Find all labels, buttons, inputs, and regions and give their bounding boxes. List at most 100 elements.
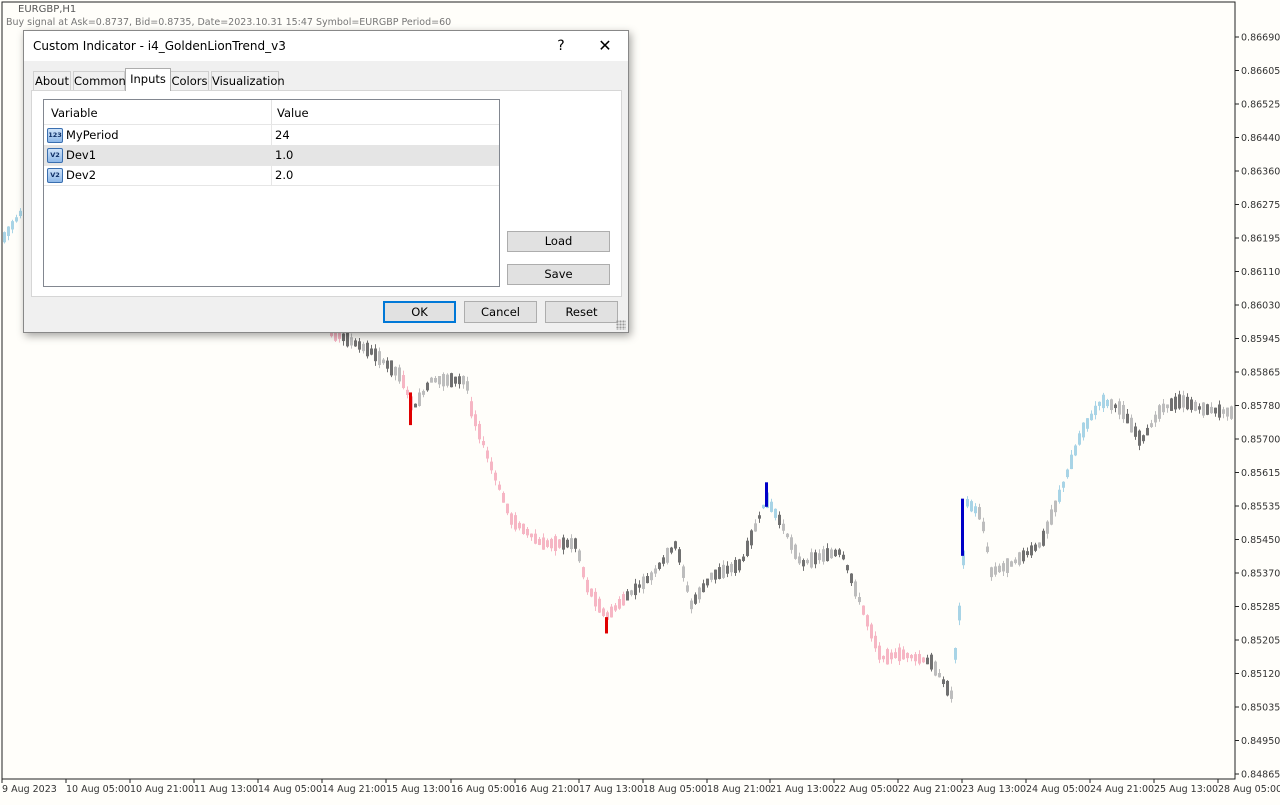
- candle-body: [1194, 401, 1197, 411]
- candle-body: [538, 538, 541, 545]
- candle-body: [990, 567, 993, 578]
- candle-body: [866, 615, 869, 627]
- candle-body: [506, 503, 509, 514]
- candle-body: [1086, 418, 1089, 429]
- candle-body: [1170, 398, 1173, 411]
- candle-body: [1150, 423, 1153, 428]
- column-header-variable[interactable]: Variable: [51, 100, 98, 124]
- candle-body: [482, 440, 485, 446]
- price-tick-label: 0.84865: [1241, 770, 1280, 781]
- tab-colors[interactable]: Colors: [170, 71, 209, 91]
- candle-body: [11, 221, 14, 230]
- input-value[interactable]: 2.0: [275, 165, 293, 185]
- price-tick-label: 0.84950: [1241, 736, 1280, 747]
- candle-body: [1090, 413, 1093, 421]
- custom-indicator-dialog[interactable]: Custom Indicator - i4_GoldenLionTrend_v3…: [23, 30, 629, 333]
- candle-body: [846, 565, 849, 571]
- candle-body: [362, 343, 365, 352]
- candle-body: [454, 376, 457, 384]
- candle-body: [1106, 400, 1109, 407]
- input-value[interactable]: 24: [275, 125, 290, 145]
- candle-body: [1126, 413, 1129, 424]
- candle-body: [1026, 551, 1029, 556]
- column-divider[interactable]: [271, 100, 272, 124]
- price-tick-label: 0.85035: [1241, 703, 1280, 714]
- load-button[interactable]: Load: [507, 231, 610, 252]
- input-value[interactable]: 1.0: [275, 145, 293, 165]
- candle-body: [758, 515, 761, 519]
- price-tick-label: 0.85535: [1241, 502, 1280, 513]
- candle-body: [402, 375, 405, 389]
- candle-body: [742, 556, 745, 561]
- candle-body: [1222, 409, 1225, 414]
- input-row-dev2[interactable]: V2 Dev2 2.0: [44, 165, 499, 186]
- candle-body: [1186, 396, 1189, 410]
- candle-body: [610, 606, 613, 618]
- price-tick-label: 0.86110: [1241, 267, 1280, 278]
- inputs-grid[interactable]: Variable Value 123 MyPeriod 24 V2 Dev1 1…: [43, 99, 500, 287]
- candle-body: [810, 552, 813, 568]
- candle-body: [622, 594, 625, 606]
- candle-body: [1070, 454, 1073, 470]
- candle-body: [778, 514, 781, 525]
- candle-body: [662, 557, 665, 564]
- time-tick-label: 18 Aug 21:00: [707, 784, 771, 795]
- candle-body: [986, 546, 989, 553]
- close-icon[interactable]: ✕: [589, 31, 621, 61]
- price-tick-label: 0.85285: [1241, 602, 1280, 613]
- candle-body: [1162, 403, 1165, 413]
- save-button[interactable]: Save: [507, 264, 610, 285]
- candle-body: [638, 584, 641, 588]
- candle-body: [998, 565, 1001, 573]
- candle-body: [1210, 406, 1213, 414]
- dialog-title: Custom Indicator - i4_GoldenLionTrend_v3: [33, 39, 286, 53]
- tab-about[interactable]: About: [33, 71, 71, 91]
- candle-body: [422, 390, 425, 395]
- tab-inputs[interactable]: Inputs: [125, 68, 171, 91]
- input-row-dev1[interactable]: V2 Dev1 1.0: [44, 145, 499, 166]
- cancel-button[interactable]: Cancel: [464, 301, 537, 323]
- column-header-value[interactable]: Value: [277, 100, 309, 124]
- time-tick-label: 14 Aug 21:00: [322, 784, 386, 795]
- candle-body: [970, 501, 973, 512]
- input-row-myperiod[interactable]: 123 MyPeriod 24: [44, 125, 499, 146]
- help-button[interactable]: ?: [550, 31, 572, 61]
- price-tick-label: 0.86605: [1241, 66, 1280, 77]
- candle-body: [790, 537, 793, 550]
- candle-body: [842, 554, 845, 560]
- candle-body: [938, 672, 941, 678]
- candle-body: [786, 533, 789, 538]
- tab-common[interactable]: Common: [73, 71, 126, 91]
- candle-body: [566, 539, 569, 548]
- double-type-icon: V2: [47, 148, 63, 163]
- sell-signal-bar: [409, 392, 412, 426]
- candle-body: [574, 538, 577, 549]
- tab-visualization[interactable]: Visualization: [211, 71, 285, 91]
- dialog-titlebar[interactable]: Custom Indicator - i4_GoldenLionTrend_v3…: [24, 31, 628, 61]
- candle-body: [510, 513, 513, 525]
- price-tick-label: 0.86195: [1241, 234, 1280, 245]
- candle-body: [418, 392, 421, 406]
- candle-body: [726, 565, 729, 574]
- candle-body: [978, 507, 981, 520]
- candle-body: [1022, 550, 1025, 562]
- candle-body: [994, 566, 997, 575]
- candle-body: [746, 540, 749, 556]
- candle-body: [1038, 542, 1041, 548]
- candle-body: [934, 661, 937, 676]
- candle-body: [1102, 394, 1105, 409]
- candle-body: [650, 572, 653, 581]
- integer-type-icon: 123: [47, 128, 63, 143]
- candle-body: [918, 653, 921, 664]
- reset-button[interactable]: Reset: [545, 301, 618, 323]
- signal-comment: Buy signal at Ask=0.8737, Bid=0.8735, Da…: [6, 17, 452, 28]
- resize-grip-icon[interactable]: [616, 320, 626, 330]
- candle-body: [378, 351, 381, 366]
- candle-body: [530, 533, 533, 538]
- ok-button[interactable]: OK: [383, 301, 456, 323]
- candle-body: [614, 605, 617, 611]
- sell-signal-bar: [605, 617, 608, 634]
- candle-body: [594, 591, 597, 607]
- candle-body: [1202, 402, 1205, 416]
- candle-body: [414, 403, 417, 408]
